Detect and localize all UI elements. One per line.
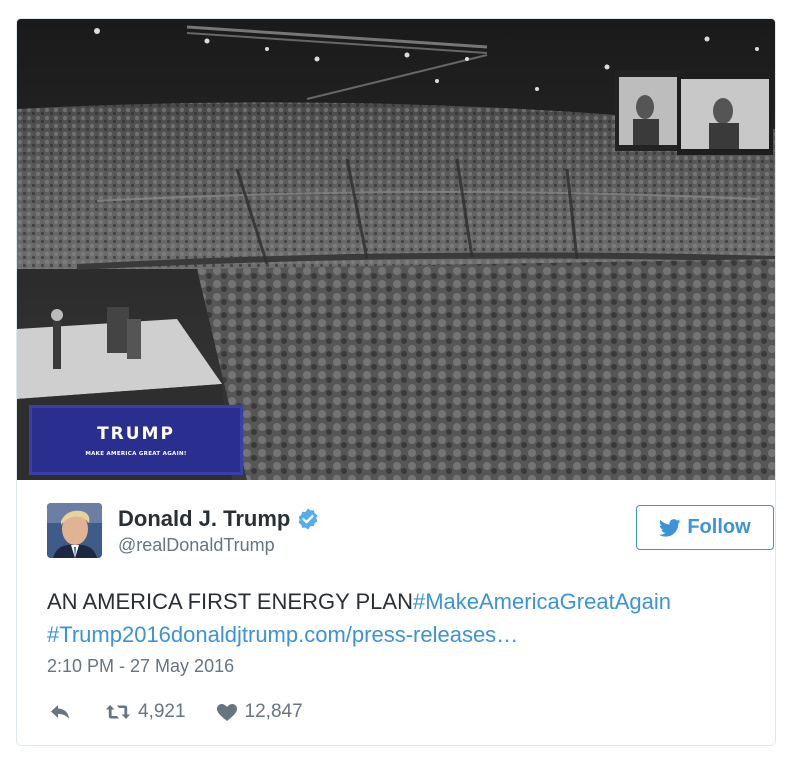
reply-button[interactable] bbox=[49, 703, 71, 721]
reply-icon bbox=[51, 705, 69, 719]
tweet-actions: 4,921 12,847 bbox=[49, 700, 303, 724]
twitter-bird-icon bbox=[659, 518, 681, 537]
retweet-button[interactable]: 4,921 bbox=[105, 701, 186, 723]
tweet-text: AN AMERICA FIRST ENERGY PLAN#MakeAmerica… bbox=[47, 585, 757, 651]
sign-title: TRUMP bbox=[97, 423, 175, 444]
follow-button[interactable]: Follow bbox=[636, 505, 774, 550]
campaign-sign: TRUMP MAKE AMERICA GREAT AGAIN! bbox=[29, 405, 243, 475]
hashtag-link[interactable]: #Trump2016 bbox=[47, 622, 171, 647]
author-handle[interactable]: @realDonaldTrump bbox=[118, 535, 275, 556]
author-name[interactable]: Donald J. Trump bbox=[118, 506, 290, 532]
tweet-body: AN AMERICA FIRST ENERGY PLAN bbox=[47, 589, 413, 614]
tweet-card: TRUMP MAKE AMERICA GREAT AGAIN! Donald J… bbox=[16, 18, 776, 746]
retweet-icon bbox=[106, 705, 130, 719]
avatar[interactable] bbox=[47, 503, 102, 558]
verified-badge-icon bbox=[299, 508, 318, 530]
hashtag-link[interactable]: #MakeAmericaGreatAgain bbox=[413, 589, 671, 614]
tweet-timestamp[interactable]: 2:10 PM - 27 May 2016 bbox=[47, 656, 234, 677]
like-button[interactable]: 12,847 bbox=[216, 701, 303, 723]
author-name-row[interactable]: Donald J. Trump bbox=[118, 506, 320, 532]
tweet-photo[interactable]: TRUMP MAKE AMERICA GREAT AGAIN! bbox=[17, 19, 775, 480]
tweet-header: Donald J. Trump @realDonaldTrump Follow bbox=[47, 503, 774, 559]
retweet-count: 4,921 bbox=[138, 701, 186, 722]
avatar-image bbox=[47, 503, 102, 558]
url-link[interactable]: donaldjtrump.com/press-releases… bbox=[171, 622, 518, 647]
heart-icon bbox=[216, 703, 237, 721]
sign-subtitle: MAKE AMERICA GREAT AGAIN! bbox=[85, 450, 187, 457]
follow-label: Follow bbox=[687, 516, 751, 538]
like-count: 12,847 bbox=[244, 701, 303, 722]
